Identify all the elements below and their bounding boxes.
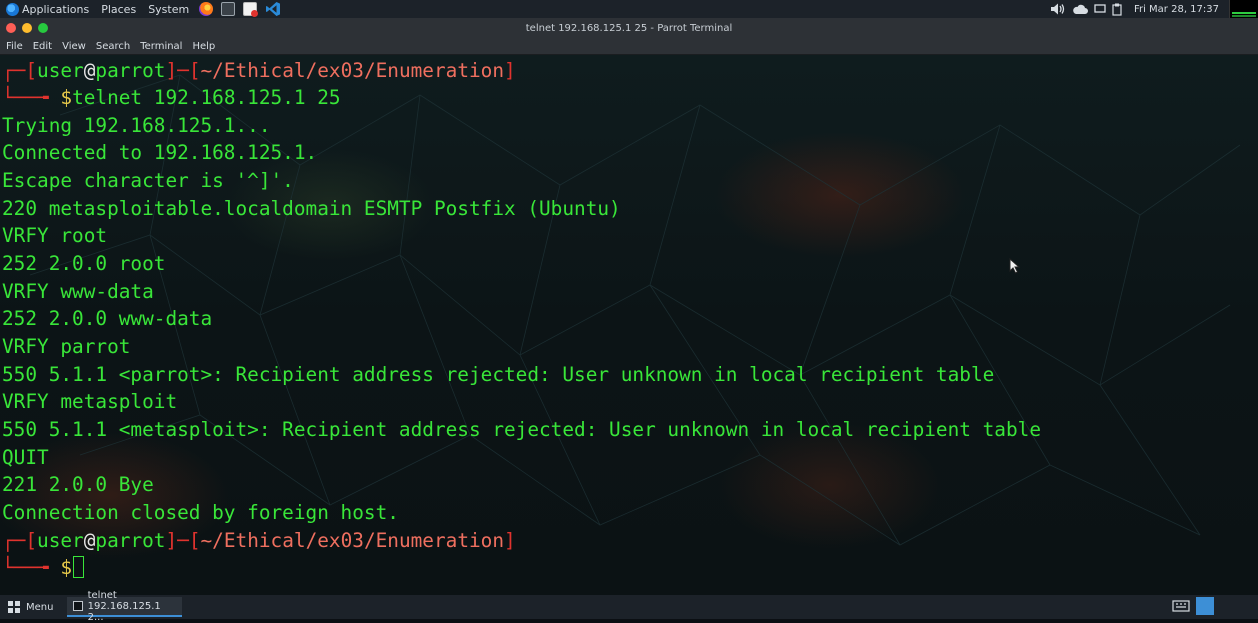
command-text: telnet 192.168.125.1 25 — [72, 86, 341, 109]
window-controls — [6, 23, 48, 33]
system-monitor-widget[interactable] — [1229, 0, 1258, 18]
workspace-1[interactable] — [1196, 597, 1214, 615]
output-line: 220 metasploitable.localdomain ESMTP Pos… — [2, 197, 621, 220]
menu-view[interactable]: View — [57, 41, 91, 52]
maximize-window-button[interactable] — [38, 23, 48, 33]
prompt-user: user — [37, 59, 84, 82]
output-line: Escape character is '^]'. — [2, 169, 294, 192]
menu-edit[interactable]: Edit — [28, 41, 57, 52]
output-line: VRFY root — [2, 224, 108, 247]
prompt-line-1: ┌─[user@parrot]─[~/Ethical/ex03/Enumerat… — [2, 59, 516, 82]
output-line: Connection closed by foreign host. — [2, 501, 399, 524]
output-line: 550 5.1.1 <parrot>: Recipient address re… — [2, 363, 995, 386]
output-line: Connected to 192.168.125.1. — [2, 141, 318, 164]
applications-label: Applications — [22, 2, 90, 16]
terminal-area[interactable]: ┌─[user@parrot]─[~/Ethical/ex03/Enumerat… — [0, 55, 1258, 595]
places-menu[interactable]: Places — [95, 0, 142, 18]
command-line-1: └──╼ $telnet 192.168.125.1 25 — [2, 86, 341, 109]
prompt-path: ~/Ethical/ex03/Enumeration — [200, 59, 505, 82]
system-tray — [1050, 2, 1128, 16]
menu-button[interactable]: Menu — [0, 595, 61, 619]
prompt-user: user — [37, 529, 84, 552]
weather-icon[interactable] — [1072, 3, 1088, 15]
output-line: VRFY parrot — [2, 335, 131, 358]
menu-help[interactable]: Help — [187, 41, 220, 52]
terminal-icon[interactable] — [221, 2, 236, 16]
prompt-line-2: ┌─[user@parrot]─[~/Ethical/ex03/Enumerat… — [2, 529, 516, 552]
close-window-button[interactable] — [6, 23, 16, 33]
prompt-path: ~/Ethical/ex03/Enumeration — [200, 529, 505, 552]
output-line: 221 2.0.0 Bye — [2, 473, 154, 496]
applications-menu[interactable]: Applications — [0, 0, 95, 18]
taskbar-window-label: telnet 192.168.125.1 2... — [87, 589, 161, 623]
output-line: 550 5.1.1 <metasploit>: Recipient addres… — [2, 418, 1041, 441]
output-line: VRFY www-data — [2, 280, 154, 303]
output-line: 252 2.0.0 root — [2, 252, 166, 275]
window-title: telnet 192.168.125.1 25 - Parrot Termina… — [525, 22, 733, 34]
taskbar-window-button[interactable]: telnet 192.168.125.1 2... — [67, 590, 183, 623]
terminal-window-icon — [73, 601, 83, 611]
prompt-at: @ — [83, 529, 96, 552]
display-icon[interactable] — [1094, 4, 1106, 14]
clipboard-icon[interactable] — [1112, 3, 1122, 16]
top-panel: Applications Places System Fri Mar 28, 1… — [0, 0, 1258, 18]
top-panel-right: Fri Mar 28, 17:37 — [1050, 0, 1258, 18]
text-editor-icon[interactable] — [243, 2, 259, 17]
prompt-host: parrot — [95, 529, 166, 552]
prompt-host: parrot — [95, 59, 166, 82]
menu-terminal[interactable]: Terminal — [135, 41, 187, 52]
prompt-at: @ — [83, 59, 96, 82]
system-menu[interactable]: System — [142, 0, 195, 18]
bottom-taskbar: Menu telnet 192.168.125.1 2... — [0, 590, 1258, 623]
menu-label: Menu — [26, 601, 54, 613]
grid-menu-icon — [8, 601, 20, 613]
text-cursor — [73, 556, 85, 578]
output-line: Trying 192.168.125.1... — [2, 114, 271, 137]
output-line: VRFY metasploit — [2, 390, 178, 413]
parrot-logo-icon — [6, 2, 19, 16]
output-line: 252 2.0.0 www-data — [2, 307, 213, 330]
clock[interactable]: Fri Mar 28, 17:37 — [1134, 4, 1219, 15]
minimize-window-button[interactable] — [22, 23, 32, 33]
keyboard-layout-icon[interactable] — [1172, 599, 1190, 613]
menu-file[interactable]: File — [0, 41, 28, 52]
command-line-2[interactable]: └──╼ $ — [2, 554, 85, 581]
output-line: QUIT — [2, 446, 49, 469]
window-titlebar[interactable]: telnet 192.168.125.1 25 - Parrot Termina… — [0, 18, 1258, 38]
workspace-switcher — [1172, 597, 1214, 615]
vscode-icon[interactable] — [265, 1, 281, 17]
terminal-menubar: File Edit View Search Terminal Help — [0, 38, 1258, 55]
mouse-pointer-icon — [1009, 258, 1021, 274]
menu-search[interactable]: Search — [91, 41, 135, 52]
firefox-icon[interactable] — [199, 2, 214, 16]
volume-icon[interactable] — [1050, 2, 1066, 16]
